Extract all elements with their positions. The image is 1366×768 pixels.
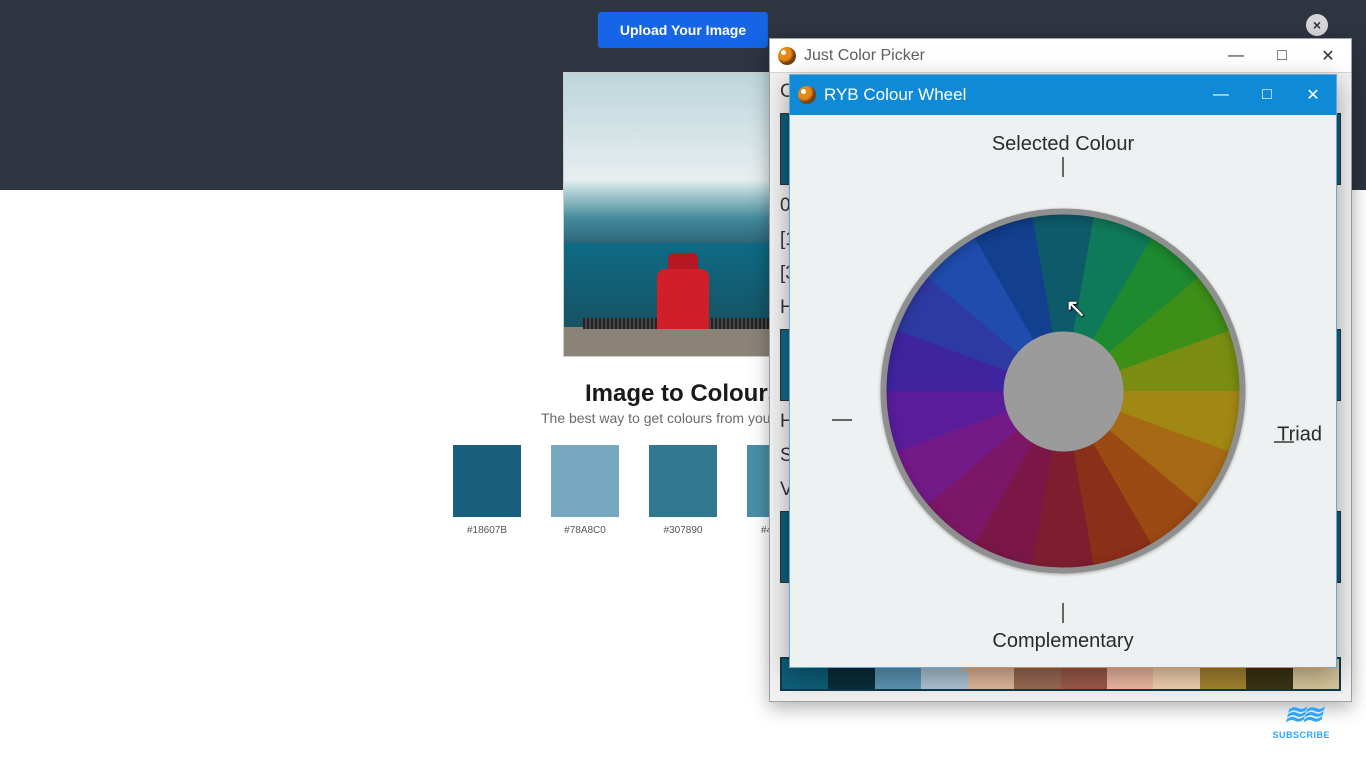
swatch-chip (453, 445, 521, 517)
ryb-window-title: RYB Colour Wheel (824, 85, 966, 105)
ryb-titlebar[interactable]: RYB Colour Wheel — □ ✕ (790, 75, 1336, 115)
tick-triad-left (832, 419, 852, 421)
label-complementary: Complementary (992, 630, 1133, 653)
upload-image-button[interactable]: Upload Your Image (598, 12, 768, 48)
tick-triad-right (1274, 441, 1294, 443)
close-icon[interactable]: × (1306, 14, 1328, 36)
swatch-1[interactable]: #78A8C0 (551, 445, 619, 536)
subscribe-label: SUBSCRIBE (1272, 730, 1330, 740)
uploaded-image-preview (563, 72, 803, 357)
chameleon-icon (778, 47, 796, 65)
maximize-icon[interactable]: □ (1244, 75, 1290, 115)
swatch-chip (649, 445, 717, 517)
ryb-colour-wheel-window[interactable]: RYB Colour Wheel — □ ✕ Selected Colour C… (789, 74, 1337, 668)
swatch-0[interactable]: #18607B (453, 445, 521, 536)
page-title: Image to Colours (585, 380, 781, 408)
swatch-chip (551, 445, 619, 517)
label-selected-colour: Selected Colour (992, 133, 1134, 156)
jcp-titlebar[interactable]: Just Color Picker — □ ✕ (770, 39, 1351, 73)
swatch-hex: #307890 (649, 525, 717, 536)
tick-selected (1062, 157, 1064, 177)
minimize-icon[interactable]: — (1198, 75, 1244, 115)
ryb-body: Selected Colour Complementary Triad ↖ (790, 115, 1336, 667)
wheel-hub (1003, 331, 1123, 451)
minimize-icon[interactable]: — (1213, 39, 1259, 73)
dna-icon: ≋≋ (1272, 699, 1330, 730)
swatch-hex: #78A8C0 (551, 525, 619, 536)
colour-wheel[interactable] (881, 209, 1246, 574)
subscribe-badge[interactable]: ≋≋ SUBSCRIBE (1272, 699, 1330, 740)
swatch-hex: #18607B (453, 525, 521, 536)
chameleon-icon (798, 86, 816, 104)
tick-complementary (1062, 603, 1064, 623)
swatch-2[interactable]: #307890 (649, 445, 717, 536)
close-window-icon[interactable]: ✕ (1305, 39, 1351, 73)
jcp-window-title: Just Color Picker (804, 47, 925, 65)
maximize-icon[interactable]: □ (1259, 39, 1305, 73)
close-window-icon[interactable]: ✕ (1290, 75, 1336, 115)
label-triad: Triad (1277, 424, 1322, 447)
